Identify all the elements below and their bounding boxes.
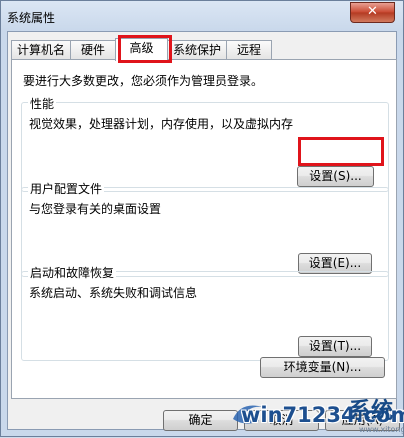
- user-profiles-description: 与您登录有关的桌面设置: [29, 202, 162, 216]
- performance-label: 性能: [28, 95, 57, 112]
- performance-settings-button[interactable]: 设置(S)...: [297, 166, 374, 187]
- tab-computer-name[interactable]: 计算机名: [11, 40, 71, 60]
- window-title: 系统属性: [7, 11, 56, 25]
- startup-recovery-settings-button[interactable]: 设置(T)...: [298, 336, 372, 357]
- tab-remote[interactable]: 远程: [226, 40, 272, 60]
- startup-recovery-label: 启动和故障恢复: [28, 264, 117, 281]
- tab-hardware[interactable]: 硬件: [70, 40, 116, 60]
- startup-recovery-group: 启动和故障恢复 系统启动、系统失败和调试信息 设置(T)...: [21, 264, 389, 361]
- site-watermark: win71234.com 系统 www.xitong.cc: [229, 393, 404, 438]
- close-button[interactable]: ✕: [350, 2, 395, 23]
- environment-variables-button[interactable]: 环境变量(N)...: [260, 357, 385, 378]
- user-profiles-label: 用户配置文件: [28, 180, 105, 197]
- system-properties-window: 系统属性 ✕ 计算机名 硬件 高级 系统保护 远程 要进行大多数更改，您必须作为…: [0, 0, 404, 437]
- tab-system-protection[interactable]: 系统保护: [167, 40, 227, 60]
- dialog-body: 计算机名 硬件 高级 系统保护 远程 要进行大多数更改，您必须作为管理员登录。 …: [7, 31, 400, 431]
- close-icon: ✕: [367, 4, 378, 19]
- performance-group: 性能 视觉效果，处理器计划，内存使用，以及虚拟内存 设置(S)...: [21, 95, 389, 192]
- title-bar[interactable]: 系统属性 ✕: [1, 1, 403, 31]
- tab-advanced[interactable]: 高级: [115, 38, 168, 61]
- watermark-url: www.xitong.cc: [359, 425, 404, 434]
- advanced-tab-panel: 要进行大多数更改，您必须作为管理员登录。 性能 视觉效果，处理器计划，内存使用，…: [11, 59, 397, 399]
- admin-note: 要进行大多数更改，您必须作为管理员登录。: [23, 74, 264, 88]
- performance-description: 视觉效果，处理器计划，内存使用，以及虚拟内存: [29, 117, 294, 131]
- watermark-brand: 系统: [349, 399, 394, 424]
- ok-button[interactable]: 确定: [163, 410, 238, 431]
- startup-recovery-description: 系统启动、系统失败和调试信息: [29, 286, 198, 300]
